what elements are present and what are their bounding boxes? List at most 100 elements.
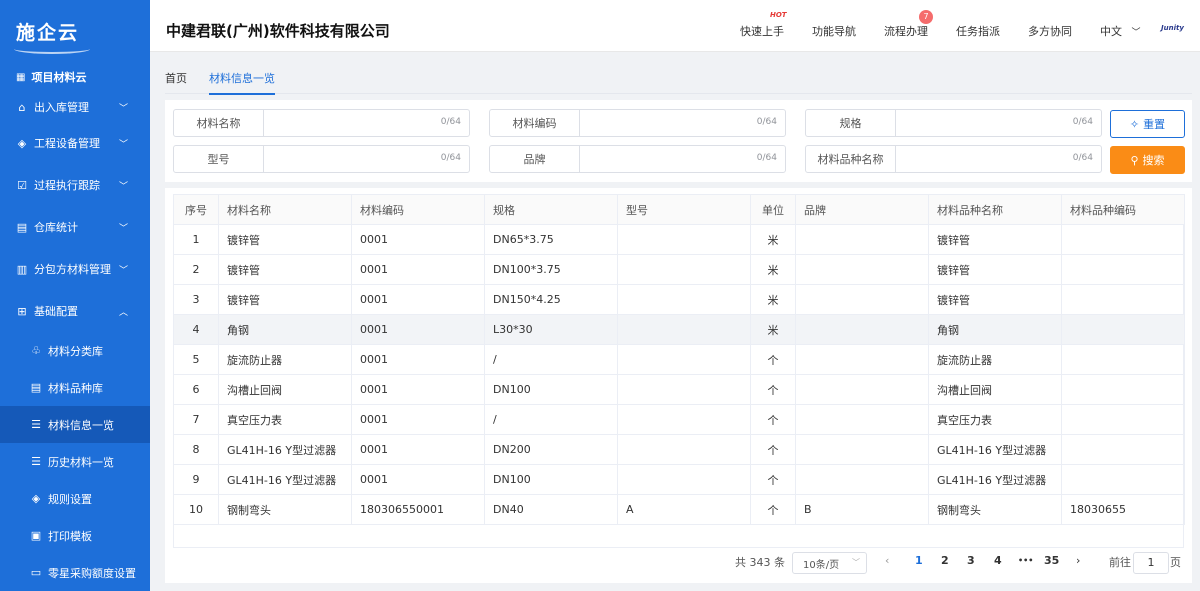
page-size-select[interactable]: 10条/页 ﹀ bbox=[792, 552, 867, 574]
material-code-input[interactable] bbox=[580, 110, 785, 136]
reset-button[interactable]: ✧ 重置 bbox=[1110, 110, 1185, 138]
tab-home[interactable]: 首页 bbox=[165, 70, 187, 86]
nav-function-navigation[interactable]: 功能导航 bbox=[812, 23, 856, 39]
variety-name-input[interactable] bbox=[896, 146, 1101, 172]
chevron-down-icon: ﹀ bbox=[118, 223, 128, 234]
page-ellipsis[interactable]: ••• bbox=[1018, 556, 1033, 565]
table-row[interactable]: 7 真空压力表 0001/个真空压力表 bbox=[173, 404, 1185, 435]
table-cell: 米 bbox=[750, 224, 796, 255]
spec-input[interactable] bbox=[896, 110, 1101, 136]
table-cell: 0001 bbox=[351, 254, 485, 285]
sidebar-item-process-tracking[interactable]: ☑ 过程执行跟踪 ﹀ bbox=[0, 164, 150, 206]
home-icon: ⌂ bbox=[18, 100, 26, 114]
table-cell bbox=[1061, 464, 1185, 495]
table-cell: 个 bbox=[750, 344, 796, 375]
table-row[interactable]: 8 GL41H-16 Y型过滤器 0001 DN200 个 GL41H-16 Y型过滤器 bbox=[173, 434, 1185, 465]
column-header: 序号 bbox=[173, 194, 219, 225]
checklist-icon: ☑ bbox=[17, 178, 27, 192]
page-button[interactable]: 2 bbox=[941, 554, 949, 567]
table-cell: 0001 bbox=[351, 284, 485, 315]
chevron-down-icon: ﹀ bbox=[1131, 28, 1141, 38]
table-cell: 旋流防止器 bbox=[928, 344, 1062, 375]
sidebar-item-warehouse-stats[interactable]: ▤ 仓库统计 ﹀ bbox=[0, 206, 150, 248]
table-cell: 0001 bbox=[351, 374, 485, 405]
sidebar-sub-category-library[interactable]: ♧ 材料分类库 bbox=[0, 332, 150, 369]
page-button[interactable]: 4 bbox=[994, 554, 1002, 567]
chevron-down-icon: ﹀ bbox=[852, 558, 860, 567]
language-select[interactable]: 中文 ﹀ bbox=[1100, 23, 1141, 39]
sidebar-sub-variety-library[interactable]: ▤ 材料品种库 bbox=[0, 369, 150, 406]
table-cell: 0001 bbox=[351, 464, 485, 495]
table-cell: 6 bbox=[173, 374, 219, 405]
table-cell bbox=[1061, 224, 1185, 255]
sidebar-sub-purchase-quota[interactable]: ▭ 零星采购额度设置 bbox=[0, 554, 150, 591]
table-cell bbox=[795, 374, 929, 405]
page-button[interactable]: 35 bbox=[1044, 554, 1059, 567]
nav-task-assign[interactable]: 任务指派 bbox=[956, 23, 1000, 39]
table-cell: / bbox=[484, 404, 618, 435]
table-cell bbox=[795, 284, 929, 315]
table-cell: 0001 bbox=[351, 224, 485, 255]
chevron-down-icon: ﹀ bbox=[118, 181, 128, 192]
sidebar-item-label: 分包方材料管理 bbox=[34, 263, 111, 276]
sidebar-item-equipment[interactable]: ◈ 工程设备管理 ﹀ bbox=[0, 122, 150, 164]
logo: 施企云 bbox=[0, 0, 150, 62]
table-cell: 旋流防止器 bbox=[218, 344, 352, 375]
list-icon: ☰ bbox=[31, 418, 41, 431]
next-page-button[interactable]: › bbox=[1076, 554, 1080, 567]
table-cell bbox=[795, 254, 929, 285]
table-cell bbox=[795, 404, 929, 435]
sidebar-item-inbound-outbound[interactable]: ⌂ 出入库管理 ﹀ bbox=[0, 92, 150, 122]
model-input[interactable] bbox=[264, 146, 469, 172]
sidebar-item-label: 基础配置 bbox=[34, 305, 78, 318]
sidebar-item-basic-config[interactable]: ⊞ 基础配置 ︿ bbox=[0, 290, 150, 332]
column-header: 品牌 bbox=[795, 194, 929, 225]
breadcrumb-tabs: 首页 材料信息一览 bbox=[165, 62, 1192, 95]
table-cell bbox=[617, 254, 751, 285]
page-button[interactable]: 1 bbox=[915, 554, 923, 567]
table-cell bbox=[1061, 404, 1185, 435]
nav-quick-start-label: 快速上手 bbox=[740, 25, 784, 38]
table-row[interactable]: 1 镀锌管 0001 DN65*3.75 米镀锌管 bbox=[173, 224, 1185, 255]
table-cell bbox=[1061, 374, 1185, 405]
nav-collaboration[interactable]: 多方协同 bbox=[1028, 23, 1072, 39]
table-cell: 镀锌管 bbox=[218, 224, 352, 255]
sidebar-sub-print-template[interactable]: ▣ 打印模板 bbox=[0, 517, 150, 554]
search-button[interactable]: ⚲ 搜索 bbox=[1110, 146, 1185, 174]
char-counter: 0/64 bbox=[440, 117, 461, 127]
sidebar-sub-label: 规则设置 bbox=[48, 492, 92, 506]
sidebar-sub-history-material[interactable]: ☰ 历史材料一览 bbox=[0, 443, 150, 480]
table-cell: 8 bbox=[173, 434, 219, 465]
sidebar-item-subcontractor[interactable]: ▥ 分包方材料管理 ﹀ bbox=[0, 248, 150, 290]
table-row[interactable]: 3 镀锌管 0001 DN150*4.25 米镀锌管 bbox=[173, 284, 1185, 315]
tab-material-info[interactable]: 材料信息一览 bbox=[209, 70, 275, 95]
field-label: 材料名称 bbox=[174, 110, 264, 136]
table-row[interactable]: 5 旋流防止器 0001/个旋流防止器 bbox=[173, 344, 1185, 375]
page-button[interactable]: 3 bbox=[967, 554, 975, 567]
table-cell: 镀锌管 bbox=[218, 284, 352, 315]
table-cell bbox=[795, 434, 929, 465]
documents-icon: ▤ bbox=[16, 220, 28, 234]
table-row[interactable]: 2 镀锌管 0001 DN100*3.75 米镀锌管 bbox=[173, 254, 1185, 285]
table-cell bbox=[1061, 284, 1185, 315]
apps-icon: ⊞ bbox=[17, 304, 27, 318]
table-row[interactable]: 9 GL41H-16 Y型过滤器 0001 DN100 个 GL41H-16 Y型过滤器 bbox=[173, 464, 1185, 495]
prev-page-button[interactable]: ‹ bbox=[885, 554, 889, 567]
table-row[interactable]: 6 沟槽止回阀 0001 DN100 个沟槽止回阀 bbox=[173, 374, 1185, 405]
bar-chart-icon: ▥ bbox=[16, 262, 28, 276]
sidebar-sub-rule-settings[interactable]: ◈ 规则设置 bbox=[0, 480, 150, 517]
material-name-input[interactable] bbox=[264, 110, 469, 136]
table-row[interactable]: 10 钢制弯头 180306550001 DN40 A 个 B 钢制弯头 18030655 bbox=[173, 494, 1185, 525]
sidebar-item-label: 过程执行跟踪 bbox=[34, 179, 100, 192]
table-row[interactable]: 4 角钢 0001 L30*30 米角钢 bbox=[173, 314, 1185, 345]
char-counter: 0/64 bbox=[440, 153, 461, 163]
sidebar-sub-material-info[interactable]: ☰ 材料信息一览 bbox=[0, 406, 150, 443]
nav-process[interactable]: 流程办理 7 bbox=[884, 10, 933, 39]
nav-quick-start[interactable]: 快速上手 HOT bbox=[740, 11, 787, 39]
chevron-down-icon: ﹀ bbox=[118, 103, 128, 114]
goto-page-input[interactable]: 1 bbox=[1133, 552, 1169, 574]
table-cell: 4 bbox=[173, 314, 219, 345]
brand-input[interactable] bbox=[580, 146, 785, 172]
process-count-badge: 7 bbox=[919, 10, 933, 24]
table-cell bbox=[1061, 344, 1185, 375]
